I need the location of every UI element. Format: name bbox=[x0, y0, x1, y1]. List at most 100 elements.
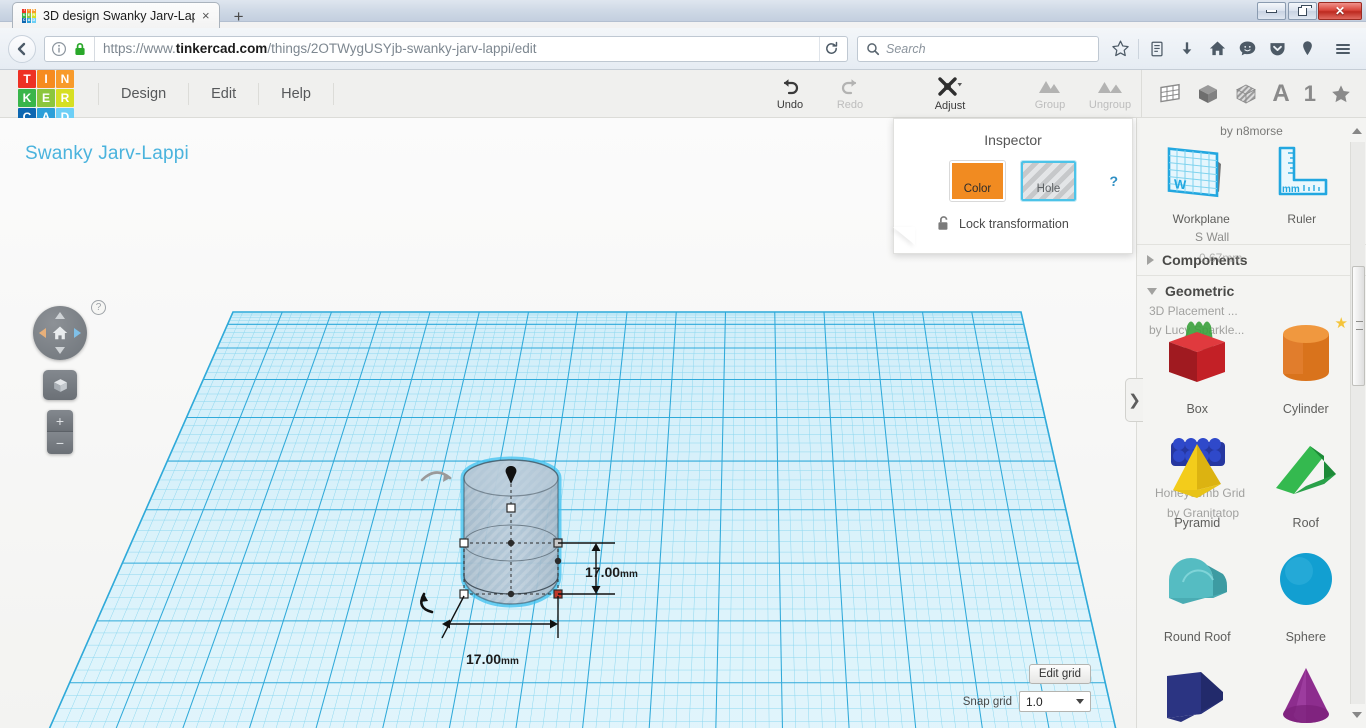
menu-item-edit[interactable]: Edit bbox=[189, 82, 260, 105]
info-icon[interactable] bbox=[51, 41, 67, 57]
reload-icon bbox=[826, 41, 838, 54]
zoom-out-button[interactable]: − bbox=[47, 432, 73, 454]
url-bar[interactable]: https://www.tinkercad.com/things/2OTWygU… bbox=[44, 35, 848, 62]
app-toolbar: Undo Redo Adjust Group Ungroup bbox=[764, 70, 1136, 118]
window-close-button[interactable]: ✕ bbox=[1318, 2, 1362, 20]
hole-cube-icon[interactable] bbox=[1234, 82, 1258, 106]
shape-cell-sphere[interactable]: Sphere bbox=[1252, 536, 1361, 650]
view-navigation-widget: + − bbox=[33, 306, 87, 454]
panel-scroll-up-arrow[interactable] bbox=[1352, 128, 1362, 134]
shape-cell-wedge[interactable]: Wedge bbox=[1143, 650, 1252, 728]
snap-grid-select[interactable]: 1.0 bbox=[1019, 691, 1091, 712]
tinkercad-app-header: TINKERCAD Design Edit Help Undo Redo Adj… bbox=[0, 69, 1366, 126]
text-a-icon[interactable]: A bbox=[1272, 80, 1289, 108]
nav-right-arrow-icon[interactable] bbox=[74, 328, 81, 338]
tool-tile-workplane[interactable]: W Workplane bbox=[1158, 142, 1244, 226]
section-components-label: Components bbox=[1162, 252, 1248, 268]
edit-grid-button[interactable]: Edit grid bbox=[1028, 664, 1091, 684]
window-minimize-button[interactable] bbox=[1257, 2, 1286, 20]
corner-handle-left bbox=[459, 538, 469, 548]
download-icon[interactable] bbox=[1172, 34, 1202, 64]
zoom-in-button[interactable]: + bbox=[47, 410, 73, 432]
shape-cell-roof[interactable]: Roof bbox=[1252, 422, 1361, 536]
section-geometric[interactable]: Geometric bbox=[1137, 275, 1366, 306]
close-icon: ✕ bbox=[1334, 4, 1346, 18]
nav-down-arrow-icon[interactable] bbox=[55, 347, 65, 354]
search-bar[interactable]: Search bbox=[857, 35, 1099, 62]
height-unit: mm bbox=[620, 569, 638, 580]
group-button[interactable]: Group bbox=[1024, 71, 1076, 117]
location-pin-icon[interactable] bbox=[1292, 34, 1322, 64]
round-roof-art bbox=[1157, 536, 1237, 626]
search-input[interactable]: Search bbox=[886, 42, 926, 56]
search-icon bbox=[867, 42, 880, 55]
shape-name-box: Box bbox=[1186, 402, 1209, 416]
adjust-button[interactable]: Adjust bbox=[924, 71, 976, 117]
ungroup-button[interactable]: Ungroup bbox=[1084, 71, 1136, 117]
shape-cell-cylinder[interactable]: ★ Cylinder bbox=[1252, 308, 1361, 422]
library-icon[interactable] bbox=[1142, 34, 1172, 64]
app-right-icons: A 1 bbox=[1141, 70, 1352, 118]
number-one-icon[interactable]: 1 bbox=[1304, 81, 1316, 107]
menu-item-help[interactable]: Help bbox=[259, 82, 334, 105]
star-favorites-icon[interactable] bbox=[1330, 83, 1352, 105]
new-tab-button[interactable]: + bbox=[228, 8, 250, 25]
bookmark-star-icon[interactable] bbox=[1105, 34, 1135, 64]
tab-strip: TIN KER CAD 3D design Swanky Jarv-Lap...… bbox=[0, 0, 1250, 28]
workplane-grid-icon[interactable] bbox=[1158, 82, 1182, 106]
browser-tab[interactable]: TIN KER CAD 3D design Swanky Jarv-Lap...… bbox=[12, 2, 220, 28]
shape-cell-cone[interactable]: Cone bbox=[1252, 650, 1361, 728]
inspector-pointer bbox=[893, 227, 915, 245]
logo-tile-t: T bbox=[18, 69, 36, 88]
nav-left-arrow-icon[interactable] bbox=[39, 328, 46, 338]
tab-title: 3D design Swanky Jarv-Lap... bbox=[43, 8, 195, 23]
redo-button[interactable]: Redo bbox=[824, 71, 876, 117]
tool-tile-workplane-label: Workplane bbox=[1172, 212, 1230, 226]
color-swatch-button[interactable]: Color bbox=[949, 160, 1006, 202]
tab-close-icon[interactable]: × bbox=[202, 9, 210, 22]
shape-cell-pyramid[interactable]: Pyramid bbox=[1143, 422, 1252, 536]
undo-button[interactable]: Undo bbox=[764, 71, 816, 117]
redo-arrow-icon bbox=[841, 79, 857, 95]
height-value: 17.00 bbox=[585, 564, 621, 580]
hole-swatch-button[interactable]: Hole bbox=[1020, 160, 1077, 202]
hello-chat-icon[interactable] bbox=[1232, 34, 1262, 64]
nav-disc[interactable] bbox=[33, 306, 87, 360]
menu-item-design[interactable]: Design bbox=[98, 82, 190, 105]
app-menu-bar: Design Edit Help bbox=[98, 82, 334, 105]
view-cube-button[interactable] bbox=[43, 370, 77, 400]
tool-tile-ruler[interactable]: mm Ruler bbox=[1259, 142, 1345, 226]
unlocked-padlock-icon bbox=[938, 216, 948, 230]
project-title[interactable]: Swanky Jarv-Lappi bbox=[25, 143, 189, 165]
home-icon[interactable] bbox=[51, 324, 69, 342]
color-swatch-label: Color bbox=[963, 183, 992, 195]
hamburger-menu-icon[interactable] bbox=[1328, 34, 1358, 64]
pocket-icon[interactable] bbox=[1262, 34, 1292, 64]
back-button[interactable] bbox=[8, 34, 36, 63]
shape-name-round-roof: Round Roof bbox=[1163, 630, 1231, 644]
logo-tile-k: K bbox=[18, 88, 36, 107]
section-components[interactable]: Components bbox=[1137, 244, 1366, 275]
height-dimension-label[interactable]: 17.00mm bbox=[585, 564, 638, 580]
nav-up-arrow-icon[interactable] bbox=[55, 312, 65, 319]
box-art bbox=[1157, 308, 1237, 398]
window-restore-button[interactable] bbox=[1288, 2, 1317, 20]
panel-author: by n8morse bbox=[1220, 124, 1283, 138]
logo-tile-r: R bbox=[56, 88, 74, 107]
ungroup-shapes-icon bbox=[1098, 82, 1122, 93]
inspector-help-icon[interactable]: ? bbox=[1109, 173, 1118, 189]
reload-button[interactable] bbox=[819, 36, 843, 61]
shape-cell-box[interactable]: Box bbox=[1143, 308, 1252, 422]
canvas-help-button[interactable]: ? bbox=[91, 300, 106, 315]
shape-cell-round-roof[interactable]: Round Roof bbox=[1143, 536, 1252, 650]
selected-shape-cylinder[interactable] bbox=[400, 448, 1040, 728]
cylinder-art bbox=[1271, 308, 1341, 398]
workplane-tile-icon: W bbox=[1167, 147, 1222, 198]
solid-cube-icon[interactable] bbox=[1196, 82, 1220, 106]
lock-icon[interactable] bbox=[72, 41, 88, 57]
width-dimension-label[interactable]: 17.00mm bbox=[466, 651, 519, 667]
panel-collapse-button[interactable]: ❯ bbox=[1125, 378, 1143, 422]
roof-art bbox=[1266, 422, 1346, 512]
home-icon[interactable] bbox=[1202, 34, 1232, 64]
lock-transformation-row[interactable]: Lock transformation bbox=[936, 215, 1132, 232]
